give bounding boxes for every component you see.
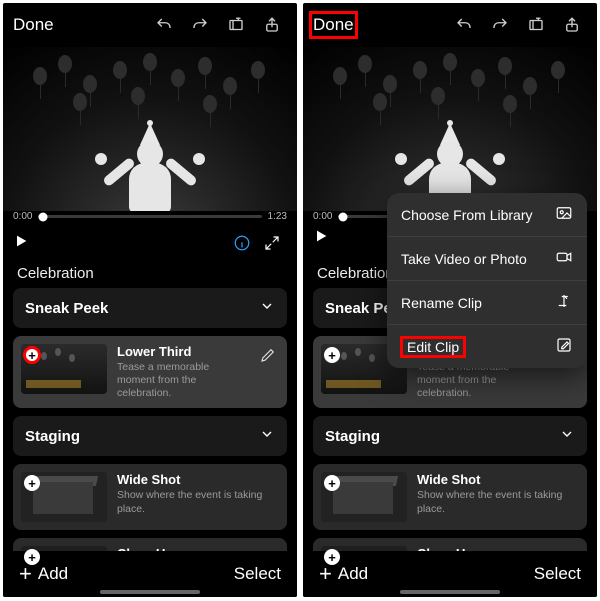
transport: 0:00 1:23 — [3, 211, 297, 255]
undo-icon[interactable] — [149, 10, 179, 40]
clip-row[interactable]: + Lower Third Tease a memorable moment f… — [13, 336, 287, 408]
pencil-icon[interactable] — [257, 344, 279, 366]
group-title: Staging — [25, 428, 80, 445]
clip-desc: Show where the event is taking place. — [417, 489, 579, 515]
select-button[interactable]: Select — [234, 564, 281, 584]
menu-item-label: Take Video or Photo — [401, 251, 527, 267]
chevron-down-icon — [559, 426, 575, 446]
group-title: Staging — [325, 428, 380, 445]
menu-item-choose-from-library[interactable]: Choose From Library — [387, 193, 587, 237]
share-icon[interactable] — [557, 10, 587, 40]
home-indicator — [100, 590, 200, 594]
group-header[interactable]: Staging — [313, 416, 587, 456]
group-title: Sneak Peek — [25, 300, 108, 317]
menu-item-label: Rename Clip — [401, 295, 482, 311]
done-button[interactable]: Done — [313, 15, 354, 35]
video-preview[interactable] — [3, 47, 297, 211]
clip-row[interactable]: + Wide Shot Show where the event is taki… — [13, 464, 287, 530]
add-clip-icon[interactable]: + — [24, 347, 40, 363]
chevron-down-icon — [259, 298, 275, 318]
play-icon[interactable] — [13, 233, 33, 253]
add-button[interactable]: Add — [38, 564, 68, 584]
home-indicator — [400, 590, 500, 594]
redo-icon[interactable] — [485, 10, 515, 40]
clip-title: Wide Shot — [117, 472, 279, 487]
phone-pane: Done 0:00 1:23 Celebration — [303, 3, 597, 597]
rename-icon — [555, 292, 573, 313]
timeline-scrubber[interactable] — [38, 215, 261, 218]
menu-item-rename-clip[interactable]: Rename Clip — [387, 281, 587, 325]
playhead[interactable] — [38, 212, 47, 221]
menu-item-label: Edit Clip — [401, 337, 465, 357]
menu-item-take-video-or-photo[interactable]: Take Video or Photo — [387, 237, 587, 281]
top-bar: Done — [303, 3, 597, 47]
add-media-icon[interactable] — [521, 10, 551, 40]
clip-thumbnail[interactable]: + — [321, 472, 407, 522]
info-icon[interactable] — [227, 228, 257, 258]
context-menu: Choose From Library Take Video or Photo Re… — [387, 193, 587, 368]
add-button[interactable]: Add — [338, 564, 368, 584]
done-button[interactable]: Done — [13, 15, 54, 35]
share-icon[interactable] — [257, 10, 287, 40]
select-button[interactable]: Select — [534, 564, 581, 584]
clip-thumbnail[interactable]: + — [21, 344, 107, 394]
chevron-down-icon — [259, 426, 275, 446]
clip-title: Lower Third — [117, 344, 247, 359]
redo-icon[interactable] — [185, 10, 215, 40]
menu-item-edit-clip[interactable]: Edit Clip — [387, 325, 587, 368]
top-bar: Done — [3, 3, 297, 47]
play-icon[interactable] — [313, 228, 333, 248]
group-header[interactable]: Sneak Peek — [13, 288, 287, 328]
add-media-icon[interactable] — [221, 10, 251, 40]
project-title: Celebration — [3, 255, 297, 288]
image-icon — [555, 204, 573, 225]
time-current: 0:00 — [313, 211, 332, 222]
clip-desc: Show where the event is taking place. — [117, 489, 279, 515]
clip-desc: Tease a memorable moment from the celebr… — [117, 361, 247, 400]
clip-row[interactable]: + Wide Shot Show where the event is taki… — [313, 464, 587, 530]
time-current: 0:00 — [13, 211, 32, 222]
clip-title: Wide Shot — [417, 472, 579, 487]
add-clip-icon[interactable]: + — [324, 347, 340, 363]
undo-icon[interactable] — [449, 10, 479, 40]
clip-thumbnail[interactable]: + — [21, 472, 107, 522]
playhead[interactable] — [338, 212, 347, 221]
expand-icon[interactable] — [257, 228, 287, 258]
group-header[interactable]: Staging — [13, 416, 287, 456]
time-duration: 1:23 — [268, 211, 287, 222]
menu-item-label: Choose From Library — [401, 207, 533, 223]
edit-icon — [555, 336, 573, 357]
video-preview[interactable] — [303, 47, 597, 211]
phone-pane: Done 0:00 1:23 Celebration — [3, 3, 297, 597]
camera-icon — [555, 248, 573, 269]
